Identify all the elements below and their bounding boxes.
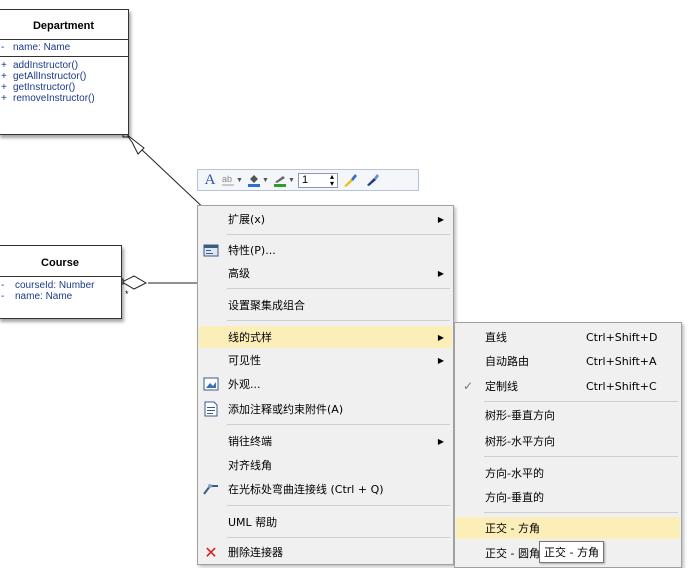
- menu-item-properties[interactable]: 特性(P)...: [199, 239, 452, 261]
- checkmark-icon: ✓: [462, 379, 474, 393]
- class-name: Department: [32, 20, 95, 32]
- operation-row: + addInstructor(): [0, 60, 128, 71]
- submenu-arrow-icon: ▶: [437, 268, 444, 278]
- line-color-icon[interactable]: ▼: [272, 172, 296, 188]
- menu-item-terminal[interactable]: 销往终端 ▶: [199, 430, 452, 452]
- text-highlight-icon[interactable]: ab ▼: [220, 172, 244, 188]
- submenu-item-direct[interactable]: 直线 Ctrl+Shift+D: [456, 326, 680, 348]
- attributes-compartment: - courseId: Number - name: Name: [0, 276, 121, 302]
- properties-icon: [199, 239, 223, 261]
- aggregation-diamond-course: [120, 275, 148, 290]
- attribute-row: - name: Name: [0, 291, 121, 302]
- menu-separator: [227, 288, 450, 289]
- menu-item-add-note[interactable]: 添加注释或约束附件(A): [199, 398, 452, 420]
- visibility-marker: +: [1, 82, 7, 93]
- menu-separator: [227, 424, 450, 425]
- submenu-item-tree-vertical[interactable]: 树形-垂直方向: [456, 404, 680, 426]
- line-width-input[interactable]: 1 ▴ ▾: [298, 172, 338, 188]
- attribute-text: courseId: Number: [15, 280, 95, 291]
- visibility-marker: -: [1, 42, 5, 53]
- attribute-row: - name: Name: [0, 42, 128, 53]
- class-name: Course: [41, 257, 79, 269]
- menu-item-extend[interactable]: 扩展(x) ▶: [199, 208, 452, 230]
- menu-separator: [484, 456, 678, 457]
- visibility-marker: +: [1, 60, 7, 71]
- menu-item-align-corners[interactable]: 对齐线角: [199, 454, 452, 476]
- bend-line-icon: [199, 478, 223, 500]
- fill-color-icon[interactable]: ▼: [246, 172, 270, 188]
- menu-separator: [227, 234, 450, 235]
- operation-text: removeInstructor(): [13, 93, 95, 104]
- font-color-icon[interactable]: A: [202, 172, 218, 188]
- attributes-compartment: - name: Name: [0, 39, 128, 56]
- context-menu: 扩展(x) ▶ 特性(P)... 高级 ▶ 设置聚集成组合 线的式样 ▶ 可见性…: [197, 205, 454, 565]
- menu-separator: [484, 401, 678, 402]
- operation-row: + getAllInstructor(): [0, 71, 128, 82]
- submenu-item-tree-horizontal[interactable]: 树形-水平方向: [456, 430, 680, 452]
- submenu-item-auto-route[interactable]: 自动路由 Ctrl+Shift+A: [456, 350, 680, 372]
- visibility-marker: +: [1, 93, 7, 104]
- menu-item-advanced[interactable]: 高级 ▶: [199, 262, 452, 284]
- operation-text: getInstructor(): [13, 82, 76, 93]
- appearance-icon: [199, 373, 223, 395]
- submenu-arrow-icon: ▶: [437, 332, 444, 342]
- menu-separator: [484, 512, 678, 513]
- operation-text: addInstructor(): [13, 60, 79, 71]
- spin-arrows-icon[interactable]: ▴ ▾: [330, 173, 334, 188]
- visibility-marker: -: [1, 280, 5, 291]
- operation-row: + removeInstructor(): [0, 93, 128, 104]
- delete-icon: ✕: [204, 542, 218, 562]
- operations-compartment: + addInstructor() + getAllInstructor() +…: [0, 56, 128, 104]
- multiplicity-label: *: [125, 289, 129, 299]
- operation-text: getAllInstructor(): [13, 71, 87, 82]
- menu-separator: [227, 505, 450, 506]
- submenu-arrow-icon: ▶: [437, 436, 444, 446]
- menu-separator: [227, 537, 450, 538]
- attribute-row: - courseId: Number: [0, 280, 121, 291]
- submenu-item-lateral-horizontal[interactable]: 方向-水平的: [456, 462, 680, 484]
- menu-item-bend-line[interactable]: 在光标处弯曲连接线 (Ctrl + Q): [199, 478, 452, 500]
- tooltip: 正交 - 方角: [539, 541, 604, 563]
- attribute-text: name: Name: [13, 42, 71, 53]
- visibility-marker: -: [1, 291, 5, 302]
- menu-separator: [227, 320, 450, 321]
- svg-text:ab: ab: [222, 174, 232, 184]
- visibility-marker: +: [1, 71, 7, 82]
- format-painter-icon[interactable]: [340, 172, 360, 188]
- line-style-submenu: 直线 Ctrl+Shift+D 自动路由 Ctrl+Shift+A ✓ 定制线 …: [454, 322, 682, 568]
- submenu-arrow-icon: ▶: [437, 355, 444, 365]
- note-icon: [199, 398, 223, 420]
- menu-item-appearance[interactable]: 外观...: [199, 373, 452, 395]
- submenu-item-orthogonal-square[interactable]: 正交 - 方角: [456, 517, 680, 539]
- submenu-item-custom-line[interactable]: ✓ 定制线 Ctrl+Shift+C: [456, 375, 680, 397]
- menu-item-visibility[interactable]: 可见性 ▶: [199, 349, 452, 371]
- submenu-item-lateral-vertical[interactable]: 方向-垂直的: [456, 486, 680, 508]
- line-width-value: 1: [302, 174, 309, 186]
- menu-item-line-style[interactable]: 线的式样 ▶: [199, 326, 452, 348]
- aggregation-diamond-department: [125, 133, 145, 155]
- menu-item-delete-connector[interactable]: ✕ 删除连接器: [199, 541, 452, 563]
- attribute-text: name: Name: [15, 291, 73, 302]
- menu-item-uml-help[interactable]: UML 帮助: [199, 511, 452, 533]
- submenu-arrow-icon: ▶: [437, 214, 444, 224]
- class-course[interactable]: Course - courseId: Number - name: Name: [0, 245, 122, 319]
- menu-item-set-composition[interactable]: 设置聚集成组合: [199, 294, 452, 316]
- format-toolbar: A ab ▼ ▼ ▼ 1 ▴ ▾: [197, 169, 419, 191]
- operation-row: + getInstructor(): [0, 82, 128, 93]
- class-department[interactable]: Department - name: Name + addInstructor(…: [0, 9, 129, 135]
- pick-style-icon[interactable]: [362, 172, 382, 188]
